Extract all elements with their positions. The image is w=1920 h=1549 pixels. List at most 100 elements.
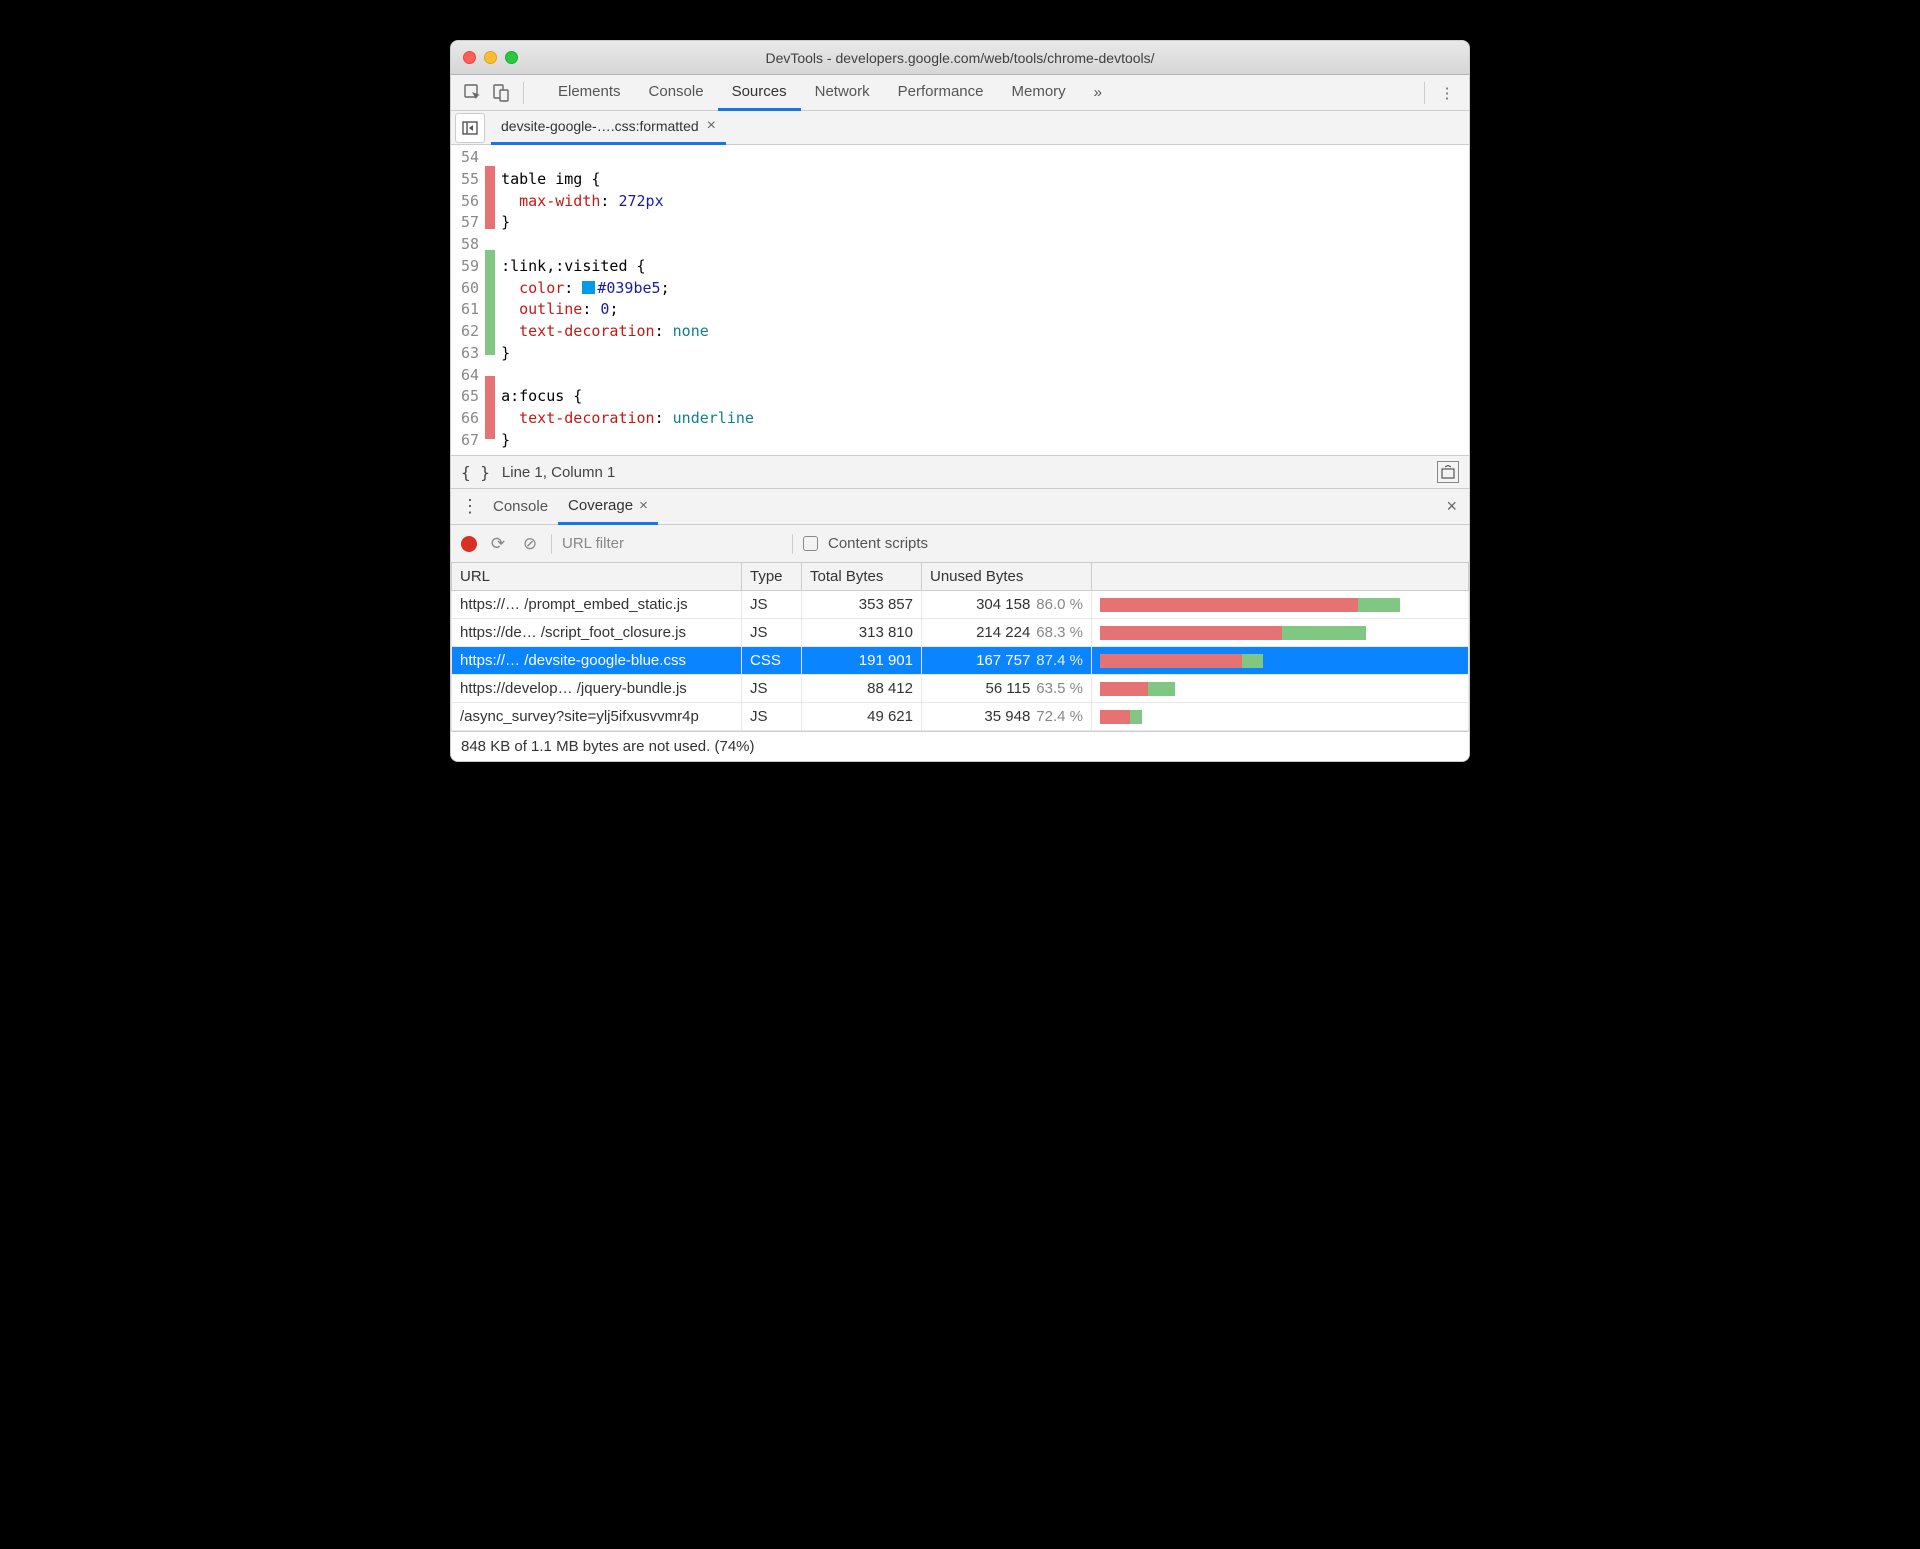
unused-bytes-cell: 214 22468.3 %: [922, 619, 1092, 647]
reload-icon[interactable]: ⟳: [487, 534, 509, 554]
kebab-menu-icon[interactable]: ⋮: [1433, 79, 1461, 107]
url-cell: https://… /devsite-google-blue.css: [452, 647, 742, 675]
coverage-marker: [485, 334, 495, 355]
clear-icon[interactable]: ⊘: [519, 534, 541, 554]
code-line: }: [501, 212, 754, 234]
url-cell: https://develop… /jquery-bundle.js: [452, 675, 742, 703]
column-header[interactable]: Unused Bytes: [922, 563, 1092, 591]
code-line: table img {: [501, 169, 754, 191]
coverage-marker: [485, 313, 495, 334]
pretty-print-icon[interactable]: { }: [461, 463, 490, 482]
table-row[interactable]: https://… /prompt_embed_static.jsJS353 8…: [452, 591, 1469, 619]
tab-network[interactable]: Network: [801, 75, 884, 111]
file-tab[interactable]: devsite-google-….css:formatted ×: [491, 110, 726, 145]
column-header[interactable]: [1092, 563, 1469, 591]
table-row[interactable]: https://develop… /jquery-bundle.jsJS88 4…: [452, 675, 1469, 703]
inspect-icon[interactable]: [459, 79, 487, 107]
coverage-summary: 848 KB of 1.1 MB bytes are not used. (74…: [451, 731, 1469, 761]
coverage-table: URLTypeTotal BytesUnused Bytes https://……: [451, 563, 1469, 731]
close-icon[interactable]: ×: [707, 117, 716, 135]
tab-elements[interactable]: Elements: [544, 75, 635, 111]
usage-bar-cell: [1092, 647, 1469, 675]
content-scripts-label: Content scripts: [828, 535, 928, 552]
type-cell: JS: [742, 703, 802, 731]
line-number: 67: [461, 430, 479, 452]
separator: [792, 534, 793, 554]
line-number: 60: [461, 278, 479, 300]
coverage-marker: [485, 250, 495, 271]
separator: [551, 534, 552, 554]
close-drawer-icon[interactable]: ×: [1440, 496, 1463, 517]
coverage-marker: [485, 271, 495, 292]
code-line: [501, 452, 754, 456]
separator: [523, 82, 524, 104]
usage-bar-cell: [1092, 591, 1469, 619]
line-number: 68: [461, 452, 479, 456]
coverage-marker: [485, 208, 495, 229]
line-number: 55: [461, 169, 479, 191]
line-number: 54: [461, 147, 479, 169]
source-editor[interactable]: 545556575859606162636465666768 table img…: [451, 145, 1469, 455]
url-filter-input[interactable]: URL filter: [562, 535, 782, 552]
column-header[interactable]: Type: [742, 563, 802, 591]
line-number: 66: [461, 408, 479, 430]
coverage-marker: [485, 418, 495, 439]
total-bytes-cell: 88 412: [802, 675, 922, 703]
kebab-menu-icon[interactable]: ⋮: [457, 496, 483, 517]
device-toggle-icon[interactable]: [487, 79, 515, 107]
content-scripts-checkbox[interactable]: [803, 536, 818, 551]
url-cell: https://… /prompt_embed_static.js: [452, 591, 742, 619]
code-line: text-decoration: none: [501, 321, 754, 343]
coverage-marker: [485, 376, 495, 397]
code-line: max-width: 272px: [501, 191, 754, 213]
sidebar-toggle-icon[interactable]: [1437, 461, 1459, 483]
titlebar: DevTools - developers.google.com/web/too…: [451, 41, 1469, 75]
column-header[interactable]: URL: [452, 563, 742, 591]
editor-status-bar: { } Line 1, Column 1: [451, 455, 1469, 489]
line-number: 62: [461, 321, 479, 343]
tab-sources[interactable]: Sources: [718, 75, 801, 111]
url-cell: https://de… /script_foot_closure.js: [452, 619, 742, 647]
code-line: :link,:visited {: [501, 256, 754, 278]
unused-bytes-cell: 167 75787.4 %: [922, 647, 1092, 675]
total-bytes-cell: 313 810: [802, 619, 922, 647]
table-row[interactable]: /async_survey?site=ylj5ifxusvvmr4pJS49 6…: [452, 703, 1469, 731]
overflow-tabs-button[interactable]: »: [1080, 76, 1116, 109]
usage-bar-cell: [1092, 703, 1469, 731]
usage-bar-cell: [1092, 675, 1469, 703]
type-cell: JS: [742, 675, 802, 703]
coverage-marker: [485, 439, 495, 455]
coverage-marker: [485, 355, 495, 376]
coverage-marker: [485, 145, 495, 166]
record-button[interactable]: [461, 536, 477, 552]
table-row[interactable]: https://… /devsite-google-blue.cssCSS191…: [452, 647, 1469, 675]
close-icon[interactable]: ×: [639, 497, 648, 514]
table-row[interactable]: https://de… /script_foot_closure.jsJS313…: [452, 619, 1469, 647]
code-line: [501, 147, 754, 169]
cursor-position: Line 1, Column 1: [502, 464, 615, 481]
file-tab-bar: devsite-google-….css:formatted ×: [451, 111, 1469, 145]
line-number: 59: [461, 256, 479, 278]
tab-memory[interactable]: Memory: [998, 75, 1080, 111]
close-window-button[interactable]: [463, 51, 476, 64]
code-line: text-decoration: underline: [501, 408, 754, 430]
column-header[interactable]: Total Bytes: [802, 563, 922, 591]
type-cell: JS: [742, 591, 802, 619]
traffic-lights: [463, 51, 518, 64]
code-line: outline: 0;: [501, 299, 754, 321]
drawer-tab-coverage[interactable]: Coverage×: [558, 489, 658, 525]
line-number: 57: [461, 212, 479, 234]
drawer-tab-console[interactable]: Console: [483, 489, 558, 525]
total-bytes-cell: 191 901: [802, 647, 922, 675]
file-tab-label: devsite-google-….css:formatted: [501, 118, 699, 134]
zoom-window-button[interactable]: [505, 51, 518, 64]
window-title: DevTools - developers.google.com/web/too…: [451, 50, 1469, 66]
line-number: 63: [461, 343, 479, 365]
code-line: [501, 365, 754, 387]
tab-console[interactable]: Console: [635, 75, 718, 111]
navigator-toggle-icon[interactable]: [455, 113, 485, 143]
tab-performance[interactable]: Performance: [884, 75, 998, 111]
coverage-marker: [485, 292, 495, 313]
minimize-window-button[interactable]: [484, 51, 497, 64]
line-number: 61: [461, 299, 479, 321]
